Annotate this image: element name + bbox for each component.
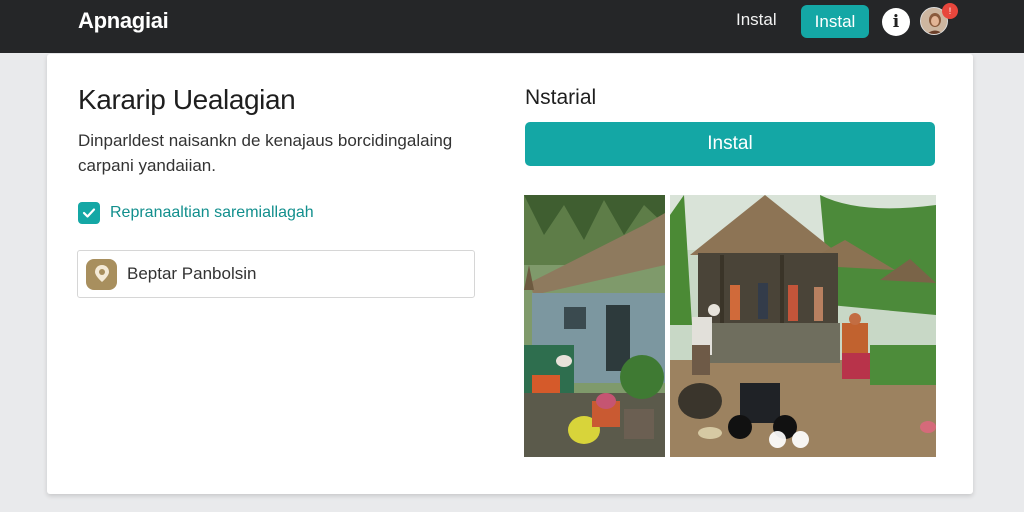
install-button[interactable]: Instal (525, 122, 935, 166)
location-field-label: Beptar Panbolsin (127, 264, 257, 283)
checkbox-label: Repranaaltian saremiallagah (110, 204, 314, 221)
location-field[interactable]: Beptar Panbolsin (77, 250, 475, 298)
village-house-image[interactable] (524, 195, 665, 457)
carousel-dot-2[interactable] (792, 431, 809, 448)
content-card: Kararip Uealagian Dinparldest naisankn d… (47, 54, 973, 494)
nav-install-link[interactable]: Instal (736, 10, 777, 30)
page-title: Kararip Uealagian (78, 84, 296, 115)
app-title[interactable]: Apnagiai (78, 8, 169, 34)
checkmark-icon (82, 208, 96, 218)
notification-badge[interactable]: ! (942, 3, 958, 19)
village-gathering-image[interactable] (670, 195, 936, 457)
page-description: Dinparldest naisankn de kenajaus borcidi… (78, 131, 453, 175)
section-title: Nstarial (525, 86, 597, 109)
info-icon[interactable]: i (882, 8, 910, 36)
carousel-dot-1[interactable] (769, 431, 786, 448)
checkbox-checked[interactable] (78, 202, 100, 224)
top-bar: Apnagiai Instal Instal i ! (0, 0, 1024, 53)
option-checkbox-row[interactable]: Repranaaltian saremiallagah (78, 202, 314, 224)
location-pin-icon (86, 258, 117, 290)
header-install-button[interactable]: Instal (801, 5, 869, 38)
